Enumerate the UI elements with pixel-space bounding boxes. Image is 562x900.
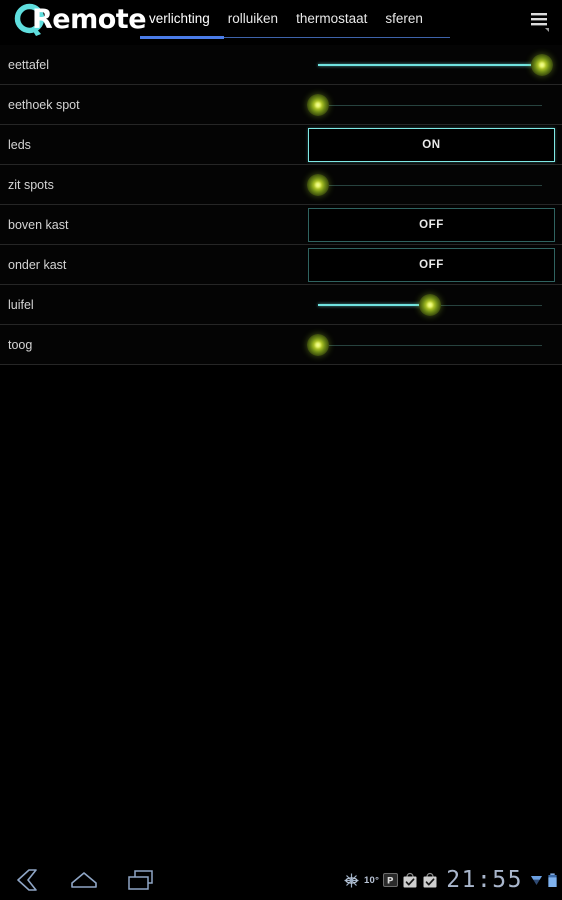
recent-apps-icon	[128, 870, 153, 890]
slider-thumb[interactable]	[307, 174, 329, 196]
device-row: leds ON	[0, 125, 562, 165]
slider-fill	[318, 64, 542, 66]
device-row: boven kast OFF	[0, 205, 562, 245]
slider-thumb[interactable]	[307, 94, 329, 116]
device-label-leds: leds	[8, 138, 31, 152]
weather-icon	[344, 873, 359, 887]
tab-verlichting[interactable]: verlichting	[140, 6, 219, 32]
device-control-eethoek-spot	[306, 85, 554, 125]
device-label-eethoek-spot: eethoek spot	[8, 98, 80, 112]
device-row: onder kast OFF	[0, 245, 562, 285]
device-label-onder-kast: onder kast	[8, 258, 67, 272]
device-list: eettafel eethoek spot leds ON zit spots boven…	[0, 45, 562, 613]
logo-wordmark: Remote	[32, 4, 147, 35]
device-row: eethoek spot	[0, 85, 562, 125]
svg-text:P: P	[387, 877, 394, 887]
brightness-slider-luifel[interactable]	[306, 285, 554, 325]
app-logo: Remote	[10, 1, 147, 43]
checked-bag-icon-1	[403, 872, 417, 887]
device-row: luifel	[0, 285, 562, 325]
toggle-button-leds[interactable]: ON	[308, 128, 555, 162]
device-control-boven-kast: OFF	[306, 205, 555, 245]
device-label-luifel: luifel	[8, 298, 34, 312]
recent-apps-button[interactable]	[118, 865, 162, 895]
back-icon	[17, 869, 37, 891]
device-control-eettafel	[306, 45, 554, 85]
signal-icon	[531, 875, 542, 885]
status-tray: 10° P 21:55	[343, 860, 558, 900]
slider-track	[318, 104, 542, 106]
tab-rolluiken[interactable]: rolluiken	[219, 6, 287, 32]
brightness-slider-eettafel[interactable]	[306, 45, 554, 85]
device-row: zit spots	[0, 165, 562, 205]
empty-space	[0, 612, 562, 860]
home-button[interactable]	[62, 865, 106, 895]
slider-track	[318, 344, 542, 346]
tab-underline-active	[140, 36, 224, 39]
back-button[interactable]	[6, 865, 50, 895]
brightness-slider-toog[interactable]	[306, 325, 554, 365]
overflow-menu-button[interactable]	[522, 6, 556, 36]
tab-sferen[interactable]: sferen	[376, 6, 432, 32]
tab-bar: verlichting rolluiken thermostaat sferen	[140, 6, 450, 40]
device-label-toog: toog	[8, 338, 33, 352]
app-root: Remote verlichting rolluiken thermostaat…	[0, 0, 562, 900]
device-control-leds: ON	[306, 125, 555, 165]
device-label-zit-spots: zit spots	[8, 178, 54, 192]
top-app-bar: Remote verlichting rolluiken thermostaat…	[0, 0, 562, 45]
device-label-eettafel: eettafel	[8, 58, 50, 72]
tab-thermostaat[interactable]: thermostaat	[287, 6, 376, 32]
toggle-button-boven-kast[interactable]: OFF	[308, 208, 555, 242]
tab-underline-inactive	[224, 37, 450, 38]
temperature-label: 10°	[363, 874, 380, 886]
device-label-boven-kast: boven kast	[8, 218, 69, 232]
clock-label: 21:55	[446, 867, 523, 893]
slider-thumb[interactable]	[307, 334, 329, 356]
device-control-zit-spots	[306, 165, 554, 205]
slider-fill	[318, 304, 430, 306]
battery-icon	[548, 872, 557, 887]
slider-thumb[interactable]	[419, 294, 441, 316]
brightness-slider-eethoek-spot[interactable]	[306, 85, 554, 125]
system-navigation-bar: 10° P 21:55	[0, 860, 562, 900]
device-row: toog	[0, 325, 562, 365]
brightness-slider-zit-spots[interactable]	[306, 165, 554, 205]
slider-thumb[interactable]	[531, 54, 553, 76]
parking-badge-icon: P	[383, 873, 399, 887]
toggle-button-onder-kast[interactable]: OFF	[308, 248, 555, 282]
hamburger-menu-icon	[531, 13, 549, 32]
device-control-toog	[306, 325, 554, 365]
slider-track	[318, 184, 542, 186]
checked-bag-icon-2	[423, 872, 437, 887]
device-control-onder-kast: OFF	[306, 245, 555, 285]
home-icon	[71, 872, 97, 888]
device-control-luifel	[306, 285, 554, 325]
device-row: eettafel	[0, 45, 562, 85]
